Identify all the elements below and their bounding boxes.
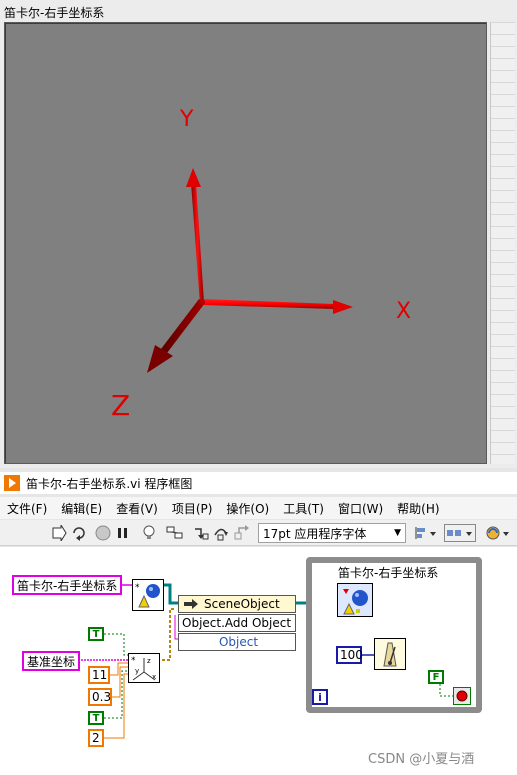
menu-tools[interactable]: 工具(T) — [276, 500, 331, 517]
svg-text:*: * — [131, 656, 136, 666]
highlight-bulb-icon[interactable] — [140, 524, 158, 542]
bool-const-true-2[interactable]: T — [88, 711, 104, 725]
chevron-down-icon: ▼ — [394, 528, 401, 538]
create-axes-icon[interactable]: * z y x — [128, 653, 160, 683]
x-axis — [201, 299, 353, 314]
x-axis-label: X — [396, 299, 412, 324]
probe-icon[interactable] — [166, 524, 184, 542]
run-continuous-icon[interactable] — [70, 524, 88, 542]
window-title: 笛卡尔-右手坐标系.vi 程序框图 — [26, 476, 193, 491]
menu-view[interactable]: 查看(V) — [109, 500, 165, 517]
menu-bar: 文件(F) 编辑(E) 查看(V) 项目(P) 操作(O) 工具(T) 窗口(W… — [0, 497, 517, 519]
run-arrow-icon[interactable] — [50, 524, 68, 542]
front-panel-scrollbar[interactable] — [490, 22, 515, 464]
property-node-param[interactable]: Object — [178, 633, 296, 651]
font-select-value: 17pt 应用程序字体 — [263, 526, 367, 541]
iteration-terminal[interactable]: i — [312, 689, 328, 705]
wait-ms-function-icon[interactable] — [374, 638, 406, 670]
scene-refnum-label[interactable]: 笛卡尔-右手坐标系 — [12, 575, 123, 595]
arrow-right-icon — [184, 599, 198, 609]
num-const-0-3[interactable]: 0.3 — [88, 688, 112, 706]
svg-text:y: y — [135, 667, 139, 675]
menu-project[interactable]: 项目(P) — [165, 500, 220, 517]
loop-scene-label: 笛卡尔-右手坐标系 — [338, 566, 439, 580]
stop-condition-icon[interactable] — [453, 687, 471, 705]
base-coord-label[interactable]: 基准坐标 — [22, 651, 81, 671]
bool-const-false[interactable]: F — [428, 670, 444, 684]
distribute-icon[interactable] — [444, 524, 476, 542]
toolbar: 17pt 应用程序字体 ▼ — [0, 520, 517, 546]
property-node-class[interactable]: SceneObject — [178, 595, 296, 613]
scene-object-icon[interactable]: * — [132, 579, 164, 611]
reorder-icon[interactable] — [484, 524, 512, 542]
menu-window[interactable]: 窗口(W) — [331, 500, 390, 517]
block-diagram-canvas[interactable]: 笛卡尔-右手坐标系 * SceneObject Object.Add Objec… — [0, 547, 517, 775]
menu-help[interactable]: 帮助(H) — [390, 500, 446, 517]
num-const-2[interactable]: 2 — [88, 729, 104, 747]
3d-scene-display[interactable]: Y X Z — [4, 22, 487, 464]
y-axis-arrowhead — [186, 168, 201, 187]
labview-app-icon — [4, 475, 20, 491]
step-over-icon[interactable] — [212, 524, 230, 542]
wait-ms-const[interactable]: 100 — [336, 646, 363, 664]
y-axis — [186, 168, 204, 304]
front-panel-title: 笛卡尔-右手坐标系 — [4, 6, 105, 20]
menu-operate[interactable]: 操作(O) — [219, 500, 276, 517]
property-node-method[interactable]: Object.Add Object — [178, 614, 296, 632]
step-into-icon[interactable] — [192, 524, 210, 542]
menu-file[interactable]: 文件(F) — [0, 500, 54, 517]
font-select[interactable]: 17pt 应用程序字体 ▼ — [258, 523, 406, 543]
y-axis-label: Y — [180, 107, 194, 132]
x-axis-arrowhead — [333, 300, 353, 314]
property-node-class-label: SceneObject — [204, 597, 280, 611]
watermark: CSDN @小夏与酒 — [368, 752, 475, 767]
abort-icon[interactable] — [94, 524, 112, 542]
num-const-11[interactable]: 11 — [88, 666, 110, 684]
z-axis-label: Z — [111, 389, 131, 422]
z-axis — [147, 299, 205, 373]
front-panel: 笛卡尔-右手坐标系 Y X Z — [0, 0, 517, 468]
svg-text:z: z — [147, 657, 151, 665]
block-diagram-titlebar: 笛卡尔-右手坐标系.vi 程序框图 — [0, 472, 517, 494]
pause-icon[interactable] — [114, 524, 132, 542]
coordinate-axes-graphic — [147, 168, 353, 373]
svg-text:*: * — [135, 583, 140, 593]
scene-display-terminal-icon[interactable] — [337, 583, 373, 617]
align-icon[interactable] — [412, 524, 438, 542]
step-out-icon[interactable] — [232, 524, 250, 542]
menu-edit[interactable]: 编辑(E) — [54, 500, 109, 517]
property-node-param-label: Object — [218, 635, 259, 649]
bool-const-true-1[interactable]: T — [88, 627, 104, 641]
property-node-method-label: Object.Add Object — [182, 616, 292, 630]
